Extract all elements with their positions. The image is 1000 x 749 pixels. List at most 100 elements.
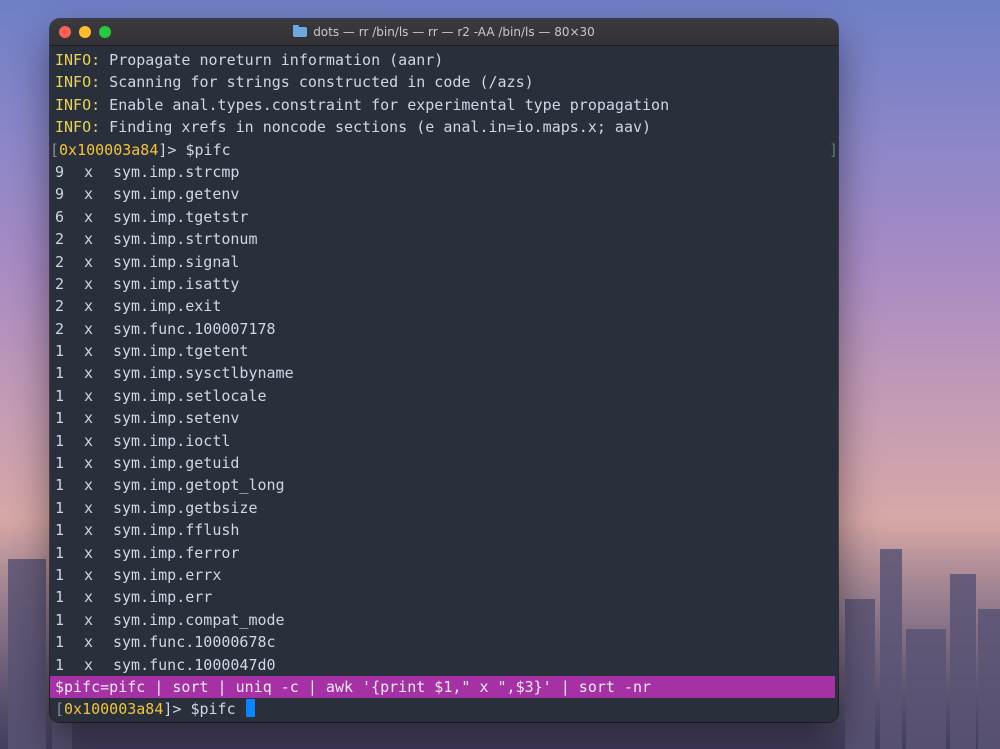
result-symbol: sym.func.10000678c — [113, 633, 276, 652]
result-separator: x — [84, 565, 94, 584]
result-separator: x — [84, 207, 94, 226]
result-symbol: sym.imp.exit — [113, 297, 222, 316]
info-line: INFO: Finding xrefs in noncode sections … — [55, 118, 652, 137]
info-line: INFO: Enable anal.types.constraint for e… — [55, 95, 670, 114]
result-separator: x — [84, 655, 94, 674]
result-symbol: sym.func.100007178 — [113, 319, 276, 338]
result-count: 2 — [55, 274, 65, 293]
result-row: 1 x sym.imp.getuid — [55, 452, 838, 474]
result-symbol: sym.imp.getopt_long — [113, 476, 285, 495]
result-row: 1 x sym.imp.compat_mode — [55, 609, 838, 631]
result-count: 1 — [55, 565, 65, 584]
result-count: 1 — [55, 498, 65, 517]
result-row: 1 x sym.imp.setlocale — [55, 385, 838, 407]
result-symbol: sym.imp.fflush — [113, 521, 240, 540]
result-row: 1 x sym.imp.tgetent — [55, 340, 838, 362]
result-row: 6 x sym.imp.tgetstr — [55, 206, 838, 228]
info-line: INFO: Scanning for strings constructed i… — [55, 73, 534, 92]
result-row: 1 x sym.imp.ferror — [55, 542, 838, 564]
result-symbol: sym.imp.setlocale — [113, 386, 267, 405]
result-count: 1 — [55, 588, 65, 607]
result-count: 1 — [55, 655, 65, 674]
input-command[interactable]: $pifc — [181, 700, 235, 718]
zoom-button[interactable] — [99, 26, 111, 38]
result-count: 1 — [55, 409, 65, 428]
window-titlebar[interactable]: dots — rr /bin/ls — rr — r2 -AA /bin/ls … — [50, 19, 838, 46]
result-separator: x — [84, 274, 94, 293]
result-count: 9 — [55, 162, 65, 181]
result-separator: x — [84, 386, 94, 405]
results-list: 9 x sym.imp.strcmp 9 x sym.imp.getenv 6 x sym.im… — [55, 161, 838, 676]
result-row: 9 x sym.imp.getenv — [55, 183, 838, 205]
result-separator: x — [84, 610, 94, 629]
result-count: 2 — [55, 297, 65, 316]
result-count: 1 — [55, 543, 65, 562]
result-separator: x — [84, 185, 94, 204]
result-count: 1 — [55, 633, 65, 652]
result-count: 1 — [55, 342, 65, 361]
close-button[interactable] — [59, 26, 71, 38]
result-symbol: sym.imp.sysctlbyname — [113, 364, 294, 383]
result-count: 1 — [55, 364, 65, 383]
result-symbol: sym.imp.errx — [113, 565, 222, 584]
input-line[interactable]: [0x100003a84]> $pifc — [55, 698, 838, 720]
window-title: dots — rr /bin/ls — rr — r2 -AA /bin/ls … — [293, 25, 595, 39]
result-row: 2 x sym.imp.signal — [55, 251, 838, 273]
result-count: 6 — [55, 207, 65, 226]
result-symbol: sym.imp.setenv — [113, 409, 240, 428]
result-count: 1 — [55, 454, 65, 473]
result-separator: x — [84, 476, 94, 495]
result-symbol: sym.imp.compat_mode — [113, 610, 285, 629]
result-row: 2 x sym.imp.isatty — [55, 273, 838, 295]
result-separator: x — [84, 454, 94, 473]
result-separator: x — [84, 162, 94, 181]
result-row: 1 x sym.imp.ioctl — [55, 430, 838, 452]
terminal-window[interactable]: dots — rr /bin/ls — rr — r2 -AA /bin/ls … — [50, 19, 838, 722]
result-symbol: sym.imp.err — [113, 588, 213, 607]
result-symbol: sym.imp.strcmp — [113, 162, 240, 181]
text-cursor — [245, 699, 255, 718]
result-separator: x — [84, 588, 94, 607]
result-symbol: sym.imp.strtonum — [113, 230, 258, 249]
result-row: 9 x sym.imp.strcmp — [55, 161, 838, 183]
result-row: 2 x sym.func.100007178 — [55, 318, 838, 340]
terminal-content[interactable]: INFO: Propagate noreturn information (aa… — [50, 46, 838, 722]
result-symbol: sym.imp.getbsize — [113, 498, 258, 517]
result-count: 1 — [55, 521, 65, 540]
result-count: 1 — [55, 610, 65, 629]
result-separator: x — [84, 431, 94, 450]
traffic-lights — [59, 26, 111, 38]
result-row: 1 x sym.imp.err — [55, 586, 838, 608]
result-separator: x — [84, 342, 94, 361]
result-separator: x — [84, 409, 94, 428]
result-row: 1 x sym.imp.getopt_long — [55, 474, 838, 496]
result-separator: x — [84, 319, 94, 338]
result-row: 1 x sym.imp.errx — [55, 564, 838, 586]
result-separator: x — [84, 252, 94, 271]
result-row: 2 x sym.imp.strtonum — [55, 228, 838, 250]
result-symbol: sym.imp.getenv — [113, 185, 240, 204]
result-separator: x — [84, 498, 94, 517]
result-separator: x — [84, 297, 94, 316]
prompt-command: $pifc — [176, 140, 231, 159]
result-symbol: sym.imp.tgetent — [113, 342, 249, 361]
result-count: 2 — [55, 230, 65, 249]
result-symbol: sym.imp.signal — [113, 252, 240, 271]
result-row: 1 x sym.imp.getbsize — [55, 497, 838, 519]
prompt-address: 0x100003a84 — [59, 140, 159, 159]
result-separator: x — [84, 230, 94, 249]
prompt-line: [0x100003a84]> $pifc] — [50, 140, 838, 159]
info-line: INFO: Propagate noreturn information (aa… — [55, 51, 444, 69]
result-symbol: sym.func.1000047d0 — [113, 655, 276, 674]
minimize-button[interactable] — [79, 26, 91, 38]
result-symbol: sym.imp.tgetstr — [113, 207, 249, 226]
result-row: 1 x sym.func.1000047d0 — [55, 654, 838, 676]
result-symbol: sym.imp.ferror — [113, 543, 240, 562]
result-count: 9 — [55, 185, 65, 204]
result-count: 1 — [55, 386, 65, 405]
result-count: 1 — [55, 476, 65, 495]
result-row: 1 x sym.imp.fflush — [55, 519, 838, 541]
result-separator: x — [84, 543, 94, 562]
result-count: 2 — [55, 319, 65, 338]
result-row: 1 x sym.imp.sysctlbyname — [55, 362, 838, 384]
